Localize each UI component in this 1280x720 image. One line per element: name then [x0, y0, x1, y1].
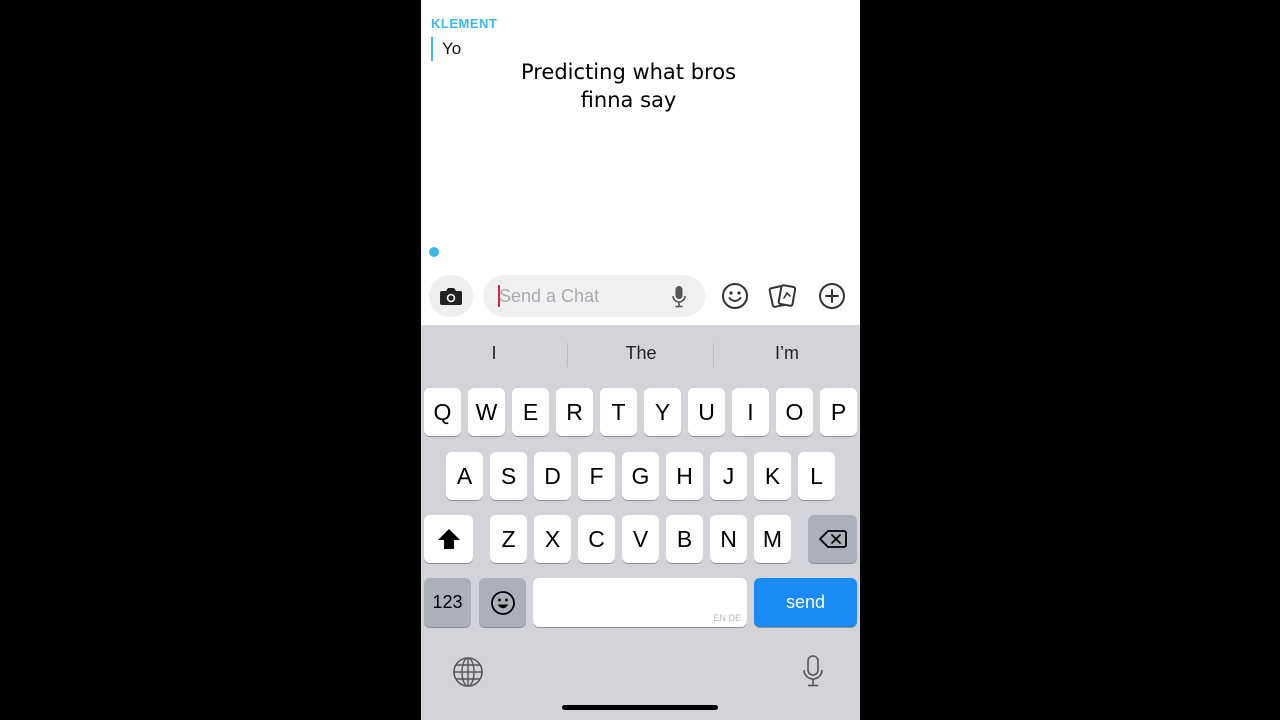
- key-e[interactable]: E: [512, 388, 549, 436]
- camera-icon: [440, 288, 462, 305]
- key-l[interactable]: L: [798, 452, 835, 500]
- plus-icon: [819, 283, 845, 309]
- microphone-icon[interactable]: [671, 285, 687, 309]
- backspace-icon: [818, 530, 847, 548]
- chat-input-container[interactable]: [483, 275, 705, 317]
- key-i[interactable]: I: [732, 388, 769, 436]
- dictation-mic-icon[interactable]: [801, 654, 825, 690]
- key-o[interactable]: O: [776, 388, 813, 436]
- chat-input[interactable]: [499, 283, 659, 309]
- emoji-button[interactable]: [718, 279, 752, 313]
- typing-indicator: [429, 247, 439, 257]
- shift-icon: [437, 529, 460, 549]
- phone-screen: KLEMENT Yo Predicting what bros finna sa…: [421, 0, 860, 720]
- key-k[interactable]: K: [754, 452, 791, 500]
- emoji-key[interactable]: [479, 578, 526, 627]
- suggestion-1[interactable]: I: [421, 343, 567, 364]
- smiley-icon: [722, 283, 748, 309]
- sender-name: KLEMENT: [431, 16, 498, 31]
- emoji-icon: [490, 590, 515, 615]
- sticker-button[interactable]: [766, 279, 800, 313]
- key-t[interactable]: T: [600, 388, 637, 436]
- key-p[interactable]: P: [820, 388, 857, 436]
- key-r[interactable]: R: [556, 388, 593, 436]
- camera-button[interactable]: [429, 275, 473, 317]
- key-w[interactable]: W: [468, 388, 505, 436]
- key-z[interactable]: Z: [490, 515, 527, 563]
- key-a[interactable]: A: [446, 452, 483, 500]
- space-key[interactable]: EN DE: [533, 578, 747, 627]
- language-hint: EN DE: [713, 613, 741, 623]
- backspace-key[interactable]: [808, 515, 857, 563]
- sticker-icon: [768, 284, 797, 308]
- suggestion-3[interactable]: I’m: [714, 343, 860, 364]
- caption-line-2: finna say: [580, 88, 677, 112]
- send-key[interactable]: send: [754, 578, 857, 627]
- key-g[interactable]: G: [622, 452, 659, 500]
- numbers-key[interactable]: 123: [424, 578, 471, 627]
- add-button[interactable]: [815, 279, 849, 313]
- key-b[interactable]: B: [666, 515, 703, 563]
- key-m[interactable]: M: [754, 515, 791, 563]
- key-x[interactable]: X: [534, 515, 571, 563]
- shift-key[interactable]: [424, 515, 473, 563]
- key-j[interactable]: J: [710, 452, 747, 500]
- key-s[interactable]: S: [490, 452, 527, 500]
- key-c[interactable]: C: [578, 515, 615, 563]
- home-indicator[interactable]: [562, 705, 718, 710]
- key-n[interactable]: N: [710, 515, 747, 563]
- suggestion-2[interactable]: The: [568, 343, 714, 364]
- key-q[interactable]: Q: [424, 388, 461, 436]
- caption-line-1: Predicting what bros: [520, 60, 737, 84]
- chat-message: Yo: [431, 37, 461, 61]
- key-u[interactable]: U: [688, 388, 725, 436]
- keyboard: I The I’m Q W E R T Y U I O P A S D F G …: [421, 325, 860, 720]
- key-f[interactable]: F: [578, 452, 615, 500]
- key-d[interactable]: D: [534, 452, 571, 500]
- key-h[interactable]: H: [666, 452, 703, 500]
- key-y[interactable]: Y: [644, 388, 681, 436]
- key-v[interactable]: V: [622, 515, 659, 563]
- video-caption: Predicting what bros finna say: [491, 58, 766, 114]
- globe-icon[interactable]: [452, 656, 484, 688]
